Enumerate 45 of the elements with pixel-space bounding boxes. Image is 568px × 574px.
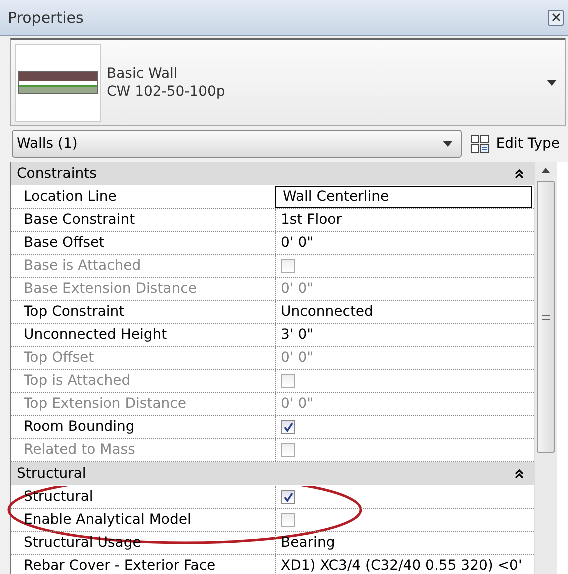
property-label: Room Bounding <box>23 418 136 437</box>
property-label: Base Offset <box>23 234 106 253</box>
edit-type-button[interactable]: Edit Type <box>470 134 566 154</box>
category-dropdown[interactable]: Walls (1) <box>12 130 462 158</box>
dropdown-arrow-icon <box>443 141 454 147</box>
property-value: Bearing <box>280 534 336 553</box>
checkbox[interactable] <box>281 420 295 434</box>
property-value: 3' 0" <box>280 326 314 345</box>
grip-icon <box>542 314 550 320</box>
close-icon <box>552 13 560 22</box>
window-title: Properties <box>8 8 84 26</box>
type-selector[interactable]: Basic Wall CW 102-50-100p <box>10 38 566 126</box>
property-label: Unconnected Height <box>23 326 168 345</box>
property-label: Structural <box>23 488 94 507</box>
dropdown-arrow-icon <box>547 80 557 86</box>
scrollbar[interactable] <box>534 162 557 574</box>
property-value: 0' 0" <box>280 234 314 253</box>
wall-layers-icon <box>18 70 98 94</box>
property-value: 0' 0" <box>280 349 314 368</box>
property-label: Top Extension Distance <box>23 395 188 414</box>
scrollbar-thumb[interactable] <box>537 181 555 453</box>
family-name: Basic Wall <box>107 66 178 82</box>
property-value: XD1) XC3/4 (C32/40 0.55 320) <0' <box>280 557 522 574</box>
edit-type-icon <box>470 134 490 154</box>
type-name: CW 102-50-100p <box>107 84 226 100</box>
property-label: Base Extension Distance <box>23 280 198 299</box>
property-label: Top Constraint <box>23 303 126 322</box>
property-label: Location Line <box>23 188 118 207</box>
property-label: Base is Attached <box>23 257 142 276</box>
close-button[interactable] <box>548 10 564 26</box>
group-header[interactable]: Structural <box>11 462 534 486</box>
property-value: 1st Floor <box>280 211 342 230</box>
group-header[interactable]: Constraints <box>11 162 534 186</box>
property-label: Related to Mass <box>23 441 136 460</box>
property-label: Rebar Cover - Exterior Face <box>23 557 217 574</box>
property-label: Top Offset <box>23 349 96 368</box>
property-label: Top is Attached <box>23 372 132 391</box>
property-value: 0' 0" <box>280 280 314 299</box>
property-value: Unconnected <box>280 303 374 322</box>
checkbox[interactable] <box>281 513 295 527</box>
property-label: Enable Analytical Model <box>23 511 192 530</box>
checkbox[interactable] <box>281 490 295 504</box>
scroll-up-arrow-icon[interactable] <box>542 168 550 173</box>
property-value: 0' 0" <box>280 395 314 414</box>
property-label: Base Constraint <box>23 211 136 230</box>
